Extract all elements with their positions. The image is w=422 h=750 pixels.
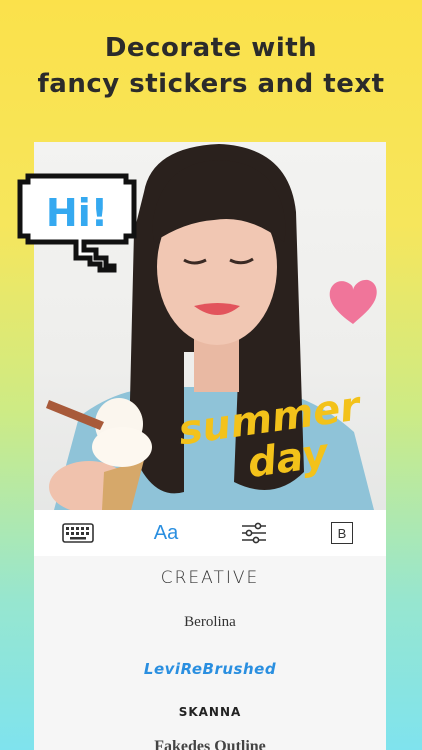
bold-label: B (331, 522, 353, 544)
speech-bubble-sticker[interactable]: Hi! (14, 168, 144, 273)
brush-text-sticker[interactable]: summer day (170, 384, 370, 484)
font-item-berolina[interactable]: Berolina (34, 614, 386, 631)
ice-cream-base (92, 427, 152, 467)
font-item-skanna[interactable]: SKANNA (34, 705, 386, 719)
heart-shape (329, 279, 377, 324)
keyboard-icon (62, 523, 94, 543)
font-tab[interactable]: Aa (146, 517, 186, 549)
speech-bubble-text: Hi! (46, 191, 108, 235)
bold-button[interactable]: B (322, 517, 362, 549)
font-item-creative[interactable]: CREATIVE (34, 568, 386, 588)
font-item-levirebrushed[interactable]: LeviReBrushed (34, 660, 386, 678)
headline-line-1: Decorate with (104, 33, 318, 63)
sliders-icon (242, 522, 266, 544)
headline: Decorate with fancy stickers and text (0, 30, 422, 102)
font-list: CREATIVE Berolina LeviReBrushed SKANNA F… (34, 556, 386, 750)
editor-toolbar: Aa B (34, 510, 386, 556)
heart-sticker[interactable] (326, 276, 380, 328)
font-item-fakedes-outline[interactable]: Fakedes Outline (34, 738, 386, 750)
keyboard-button[interactable] (58, 517, 98, 549)
headline-line-2: fancy stickers and text (37, 69, 385, 99)
adjust-button[interactable] (234, 517, 274, 549)
